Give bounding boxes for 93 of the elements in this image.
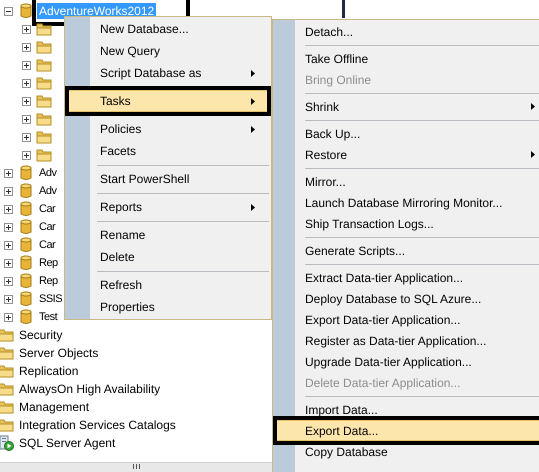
menu-item[interactable]: Reports (66, 196, 270, 218)
menu-item[interactable]: Deploy Database to SQL Azure... (274, 288, 539, 309)
tree-item[interactable]: Integration Services Catalogs (17, 417, 178, 433)
tree-item[interactable]: Adv (37, 183, 58, 199)
submenu-arrow-icon (251, 98, 255, 104)
tree-item[interactable]: SQL Server Agent (17, 435, 118, 451)
submenu-arrow-icon (251, 204, 255, 210)
database-icon (18, 291, 34, 307)
menu-item[interactable]: Take Offline (274, 48, 539, 69)
menu-item[interactable]: Refresh (66, 274, 270, 296)
expand-icon[interactable] (22, 96, 31, 106)
menu-item[interactable]: Rename (66, 224, 270, 246)
database-icon (18, 183, 34, 199)
menu-item[interactable]: Start PowerShell (66, 168, 270, 190)
menu-item[interactable]: Ship Transaction Logs... (274, 213, 539, 234)
menu-item[interactable]: Copy Database (274, 441, 539, 462)
tree-item[interactable]: Security (17, 327, 64, 343)
menu-item[interactable]: Generate Scripts... (274, 240, 539, 261)
menu-item[interactable]: Export Data-tier Application... (274, 309, 539, 330)
database-icon (18, 3, 34, 19)
submenu-arrow-icon (251, 126, 255, 132)
menu-item[interactable]: Launch Database Mirroring Monitor... (274, 192, 539, 213)
grip-icon (132, 464, 140, 469)
tree-item[interactable]: Adv (37, 165, 58, 181)
folder-icon (0, 399, 14, 415)
menu-item[interactable]: Mirror... (274, 171, 539, 192)
folder-icon (36, 147, 52, 163)
expand-icon[interactable] (4, 276, 13, 286)
expand-icon[interactable] (4, 204, 13, 214)
menu-item[interactable]: Shrink (274, 96, 539, 117)
expand-icon[interactable] (4, 294, 13, 304)
collapse-icon[interactable] (4, 6, 13, 16)
folder-icon (36, 21, 52, 37)
menu-item[interactable]: Script Database as (66, 62, 270, 84)
expand-icon[interactable] (22, 60, 31, 70)
horizontal-scrollbar[interactable] (0, 462, 272, 472)
database-icon (18, 309, 34, 325)
tree-item[interactable]: Server Objects (17, 345, 100, 361)
menu-item[interactable]: Register as Data-tier Application... (274, 330, 539, 351)
expand-icon[interactable] (4, 168, 13, 178)
folder-icon (36, 75, 52, 91)
folder-icon (0, 381, 14, 397)
tree-item[interactable]: Car (37, 237, 58, 253)
folder-icon (36, 111, 52, 127)
folder-icon (0, 417, 14, 433)
expand-icon[interactable] (22, 24, 31, 34)
menu-item[interactable]: Properties (66, 296, 270, 318)
expand-icon[interactable] (22, 42, 31, 52)
expand-icon[interactable] (4, 258, 13, 268)
menu-item[interactable]: New Query (66, 40, 270, 62)
expand-icon[interactable] (4, 240, 13, 250)
tree-item[interactable]: Car (37, 201, 58, 217)
database-icon (18, 255, 34, 271)
menu-item[interactable]: Upgrade Data-tier Application... (274, 351, 539, 372)
database-icon (18, 165, 34, 181)
menu-item[interactable]: Policies (66, 118, 270, 140)
folder-icon (36, 93, 52, 109)
folder-icon (0, 345, 14, 361)
folder-icon (0, 327, 14, 343)
expand-icon[interactable] (22, 150, 31, 160)
tree-item[interactable]: Rep (37, 273, 60, 289)
tree-item[interactable]: Management (17, 399, 92, 415)
expand-icon[interactable] (22, 114, 31, 124)
tree-item[interactable]: Car (37, 219, 58, 235)
menu-item[interactable]: New Database... (66, 18, 270, 40)
expand-icon[interactable] (22, 132, 31, 142)
expand-icon[interactable] (4, 222, 13, 232)
expand-icon[interactable] (22, 78, 31, 88)
database-icon (18, 201, 34, 217)
menu-item[interactable]: Import Data... (274, 399, 539, 420)
folder-icon (36, 129, 52, 145)
expand-icon[interactable] (4, 186, 13, 196)
tree-item[interactable]: SSIS (37, 291, 64, 307)
folder-icon (36, 57, 52, 73)
menu-item[interactable]: Delete (66, 246, 270, 268)
tree-item[interactable]: Replication (17, 363, 80, 379)
tree-item[interactable]: Test (37, 309, 60, 325)
menu-item[interactable]: Detach... (274, 21, 539, 42)
folder-icon (0, 363, 14, 379)
menu-item[interactable]: Facets (66, 140, 270, 162)
folder-icon (36, 39, 52, 55)
tree-item[interactable]: AlwaysOn High Availability (17, 381, 162, 397)
submenu-arrow-icon (531, 151, 535, 158)
menu-item[interactable]: Restore (274, 144, 539, 165)
submenu-arrow-icon (531, 103, 535, 110)
submenu-arrow-icon (251, 70, 255, 76)
menu-item[interactable]: Back Up... (274, 123, 539, 144)
database-icon (18, 219, 34, 235)
database-icon (18, 273, 34, 289)
menu-item[interactable]: Extract Data-tier Application... (274, 267, 539, 288)
expand-icon[interactable] (4, 312, 13, 322)
tree-item[interactable]: Rep (37, 255, 60, 271)
database-icon (18, 237, 34, 253)
